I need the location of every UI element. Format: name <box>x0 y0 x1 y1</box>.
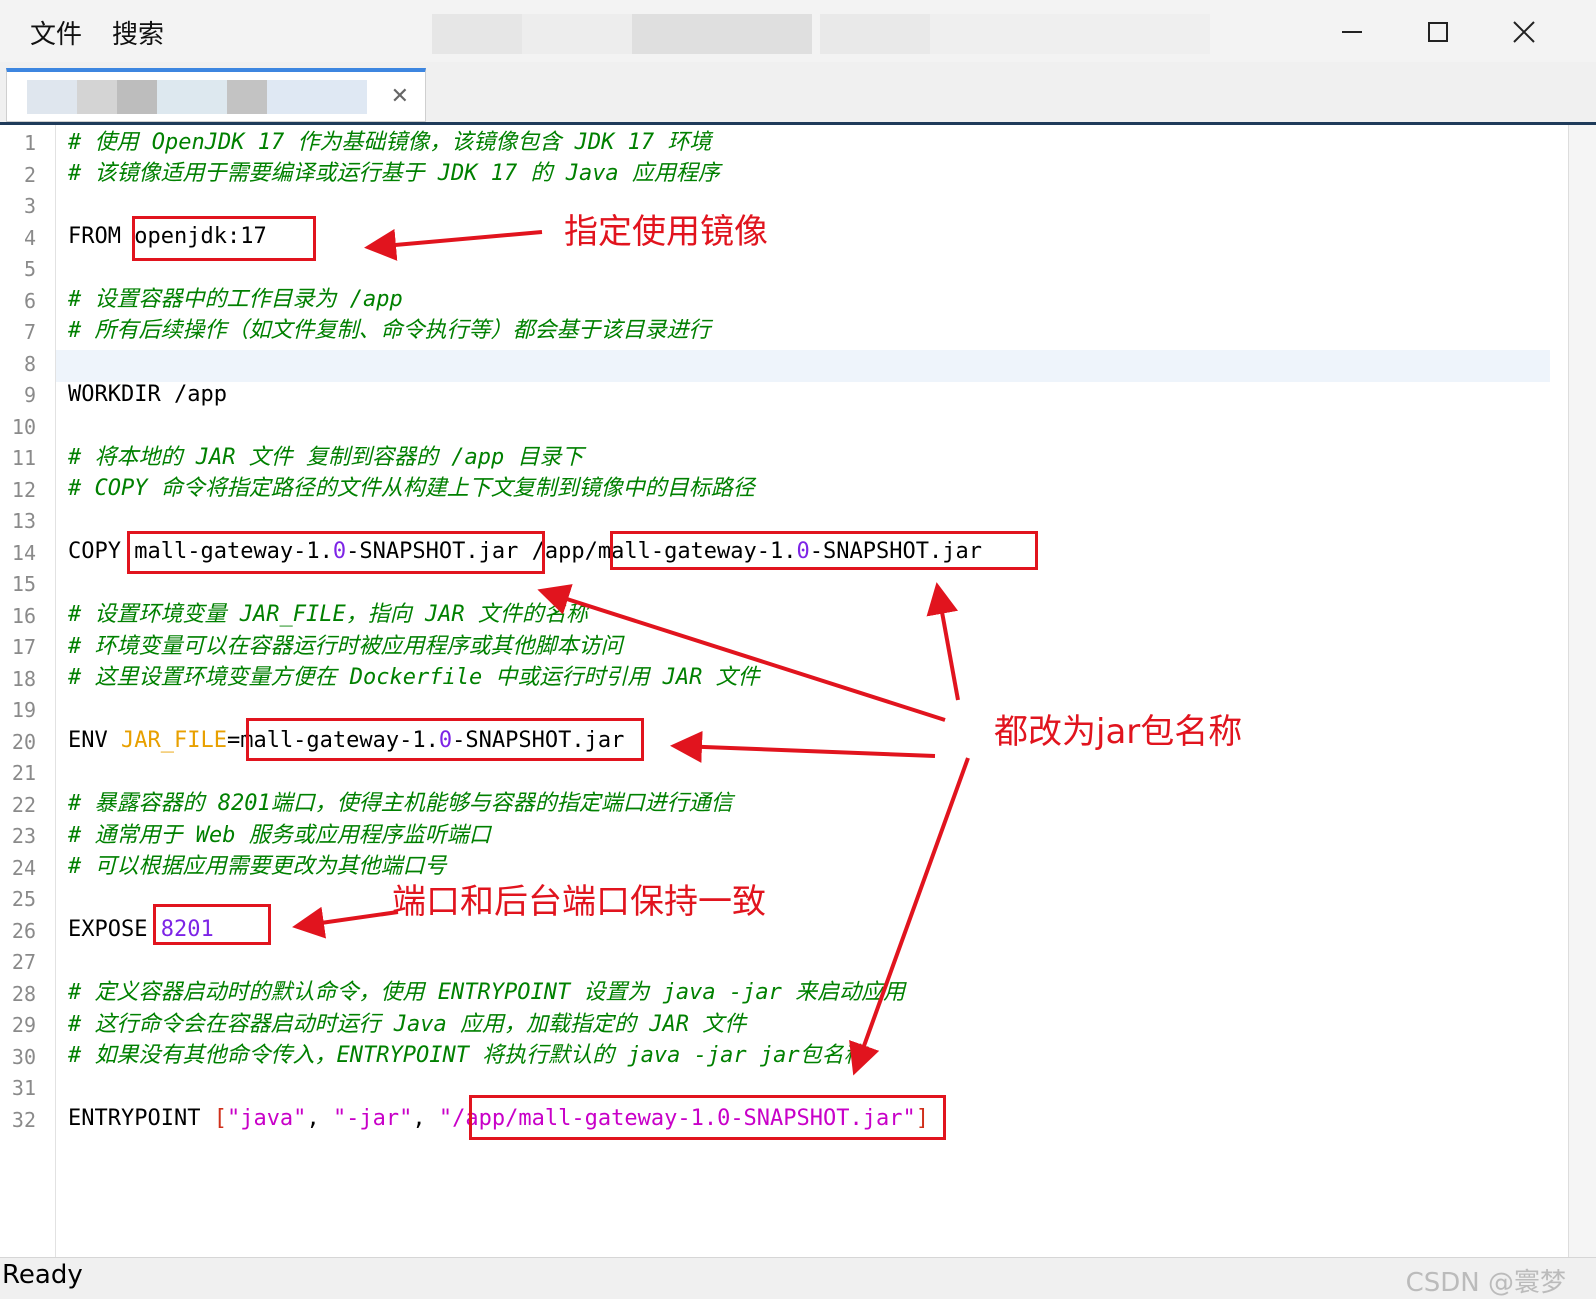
code-line-22: # 暴露容器的 8201端口，使得主机能够与容器的指定端口进行通信 <box>68 791 733 816</box>
keyword-entrypoint: ENTRYPOINT <box>68 1106 214 1131</box>
line-number: 21 <box>11 761 36 785</box>
highlight-box-image <box>132 216 316 261</box>
blurred-tab-title <box>267 80 367 114</box>
minimize-icon <box>1342 31 1362 33</box>
title-bar: 文件 搜索 <box>0 0 1596 62</box>
code-line-17: # 环境变量可以在容器运行时被应用程序或其他脚本访问 <box>68 634 623 659</box>
current-line-highlight <box>56 350 1550 382</box>
code-line-30: # 如果没有其他命令传入，ENTRYPOINT 将执行默认的 java -jar… <box>68 1043 866 1068</box>
highlight-box-entrypoint <box>469 1095 946 1140</box>
annotation-image: 指定使用镜像 <box>564 212 768 252</box>
line-number: 9 <box>23 383 36 407</box>
line-number: 25 <box>11 887 36 911</box>
line-number: 4 <box>23 225 36 250</box>
highlight-box-copy-src <box>127 531 545 574</box>
keyword-expose: EXPOSE <box>68 917 161 942</box>
code-line-12: # COPY 命令将指定路径的文件从构建上下文复制到镜像中的目标路径 <box>68 476 755 501</box>
blurred-title-segment <box>632 14 812 54</box>
code-line-16: # 设置环境变量 JAR_FILE，指向 JAR 文件的名称 <box>68 602 588 627</box>
blurred-tab-title <box>77 80 117 114</box>
editor-tab[interactable]: ✕ <box>6 68 426 122</box>
close-window-button[interactable] <box>1494 10 1554 54</box>
line-number: 17 <box>11 635 36 659</box>
line-number: 7 <box>23 320 36 344</box>
code-line-23: # 通常用于 Web 服务或应用程序监听端口 <box>68 823 491 848</box>
status-text: Ready <box>2 1260 83 1290</box>
code-line-9: WORKDIR /app <box>68 382 227 407</box>
annotation-port: 端口和后台端口保持一致 <box>392 882 766 922</box>
code-line-6: # 设置容器中的工作目录为 /app <box>68 287 403 312</box>
maximize-icon <box>1428 22 1448 42</box>
line-number: 27 <box>11 950 36 974</box>
line-number: 1 <box>23 131 36 155</box>
line-number: 13 <box>11 509 36 533</box>
code-line-2: # 该镜像适用于需要编译或运行基于 JDK 17 的 Java 应用程序 <box>68 161 720 186</box>
entry-comma: , <box>412 1106 439 1131</box>
blurred-title-segment <box>432 14 522 54</box>
line-number: 20 <box>11 729 36 754</box>
entry-arg-java: "java" <box>226 1106 307 1131</box>
entry-comma: , <box>306 1106 333 1131</box>
line-number: 23 <box>11 824 36 848</box>
line-number: 29 <box>11 1013 36 1037</box>
tab-strip: ✕ <box>0 62 1596 122</box>
code-line-11: # 将本地的 JAR 文件 复制到容器的 /app 目录下 <box>68 445 584 470</box>
highlight-box-port <box>153 904 271 945</box>
line-number: 28 <box>11 981 36 1006</box>
line-number: 22 <box>11 792 36 817</box>
line-number: 12 <box>11 477 36 502</box>
blurred-tab-title <box>117 80 157 114</box>
keyword-env: ENV <box>68 728 121 753</box>
code-line-7: # 所有后续操作（如文件复制、命令执行等）都会基于该目录进行 <box>68 318 711 343</box>
env-var-name: JAR_FILE <box>120 728 227 753</box>
blurred-title-segment <box>820 14 930 54</box>
line-number: 31 <box>11 1076 36 1100</box>
line-number: 14 <box>11 540 36 565</box>
blurred-title-segment <box>522 14 632 54</box>
line-number: 2 <box>23 162 36 187</box>
highlight-box-copy-dest <box>610 531 1038 570</box>
keyword-from: FROM <box>68 224 135 249</box>
line-number: 8 <box>23 351 36 376</box>
line-number: 16 <box>11 603 36 628</box>
code-line-28: # 定义容器启动时的默认命令，使用 ENTRYPOINT 设置为 java -j… <box>68 980 906 1005</box>
close-icon <box>1513 21 1535 43</box>
env-equals: = <box>226 728 241 753</box>
vertical-scrollbar[interactable] <box>1568 125 1596 1257</box>
line-number: 24 <box>11 855 36 880</box>
blurred-tab-title <box>27 80 77 114</box>
code-line-18: # 这里设置环境变量方便在 Dockerfile 中或运行时引用 JAR 文件 <box>68 665 760 690</box>
line-number: 26 <box>11 918 36 943</box>
highlight-box-env <box>246 718 644 761</box>
line-number: 15 <box>11 572 36 596</box>
maximize-button[interactable] <box>1408 10 1468 54</box>
annotation-jar-name: 都改为jar包名称 <box>994 712 1243 752</box>
code-line-24: # 可以根据应用需要更改为其他端口号 <box>68 854 447 879</box>
blurred-title-segment <box>930 14 1210 54</box>
line-number: 11 <box>11 446 36 470</box>
entry-arg-jar: "-jar" <box>332 1106 413 1131</box>
menu-file[interactable]: 文件 <box>30 14 82 51</box>
code-line-29: # 这行命令会在容器启动时运行 Java 应用，加载指定的 JAR 文件 <box>68 1012 747 1037</box>
watermark: CSDN @寰梦 <box>1405 1268 1566 1298</box>
line-number: 19 <box>11 698 36 722</box>
blurred-tab-title <box>157 80 227 114</box>
line-number: 10 <box>11 414 36 439</box>
code-editor[interactable]: 1 2 3 4 5 6 7 8 9 10 11 12 13 14 15 16 17 18 19 20 21 22 23 24 2… <box>0 125 1568 1257</box>
blurred-tab-title <box>227 80 267 114</box>
status-bar: Ready CSDN @寰梦 <box>0 1257 1596 1298</box>
minimize-button[interactable] <box>1322 10 1382 54</box>
tab-close-icon[interactable]: ✕ <box>391 84 409 109</box>
line-number: 32 <box>11 1107 36 1132</box>
bracket-open: [ <box>213 1106 227 1131</box>
menu-search[interactable]: 搜索 <box>112 14 164 51</box>
line-number: 30 <box>11 1044 36 1069</box>
line-number: 3 <box>23 194 36 218</box>
line-number: 5 <box>23 257 36 281</box>
keyword-copy: COPY <box>68 539 135 564</box>
code-line-1: # 使用 OpenJDK 17 作为基础镜像，该镜像包含 JDK 17 环境 <box>68 130 712 155</box>
line-number: 6 <box>23 288 36 313</box>
line-number: 18 <box>11 666 36 691</box>
